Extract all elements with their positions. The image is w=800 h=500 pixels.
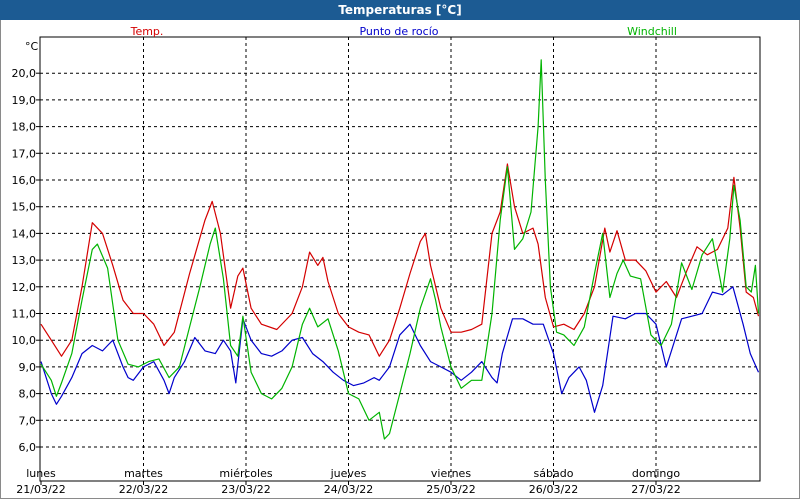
x-tick-weekday: viernes <box>431 467 471 480</box>
chart-title-bar: Temperaturas [°C] <box>0 0 800 20</box>
y-tick-label: 17,0 <box>12 147 37 160</box>
grid <box>40 37 760 481</box>
y-axis-unit-label: °C <box>25 40 39 53</box>
x-tick-date: 23/03/22 <box>221 483 270 496</box>
x-tick-weekday: domingo <box>632 467 680 480</box>
y-tick-label: 13,0 <box>12 254 37 267</box>
plot-area-border <box>39 36 761 482</box>
x-tick-date: 24/03/22 <box>324 483 373 496</box>
y-tick-label: 19,0 <box>12 94 37 107</box>
y-tick-label: 18,0 <box>12 121 37 134</box>
y-tick-label: 9,0 <box>19 361 37 374</box>
chart-title: Temperaturas [°C] <box>338 3 462 17</box>
y-tick-label: 8,0 <box>19 388 37 401</box>
y-tick-label: 15,0 <box>12 201 37 214</box>
y-tick-label: 10,0 <box>12 334 37 347</box>
y-tick-label: 14,0 <box>12 227 37 240</box>
legend-windchill: Windchill <box>627 25 677 38</box>
x-tick-weekday: miércoles <box>219 467 272 480</box>
x-tick-weekday: martes <box>124 467 163 480</box>
temperature-chart: 6,0 7,0 8,0 9,0 10,0 11,0 12,0 13,0 14,0 15,0 16,0… <box>12 25 761 496</box>
x-tick-weekday: sábado <box>534 467 574 480</box>
series-lines <box>40 59 760 440</box>
x-tick-date: 21/03/22 <box>16 483 65 496</box>
y-tick-label: 7,0 <box>19 414 37 427</box>
chart-frame: 6,0 7,0 8,0 9,0 10,0 11,0 12,0 13,0 14,0 15,0 16,0… <box>0 20 800 499</box>
y-tick-label: 16,0 <box>12 174 37 187</box>
x-tick-weekday: jueves <box>330 467 367 480</box>
legend-dew-point: Punto de rocío <box>359 25 438 38</box>
y-axis-ticks: 6,0 7,0 8,0 9,0 10,0 11,0 12,0 13,0 14,0 15,0 16,0… <box>12 67 40 454</box>
y-tick-label: 11,0 <box>12 308 37 321</box>
y-tick-label: 6,0 <box>19 441 37 454</box>
x-tick-date: 25/03/22 <box>426 483 475 496</box>
y-tick-label: 12,0 <box>12 281 37 294</box>
series-line-2 <box>40 59 760 440</box>
x-tick-weekday: lunes <box>26 467 56 480</box>
legend-temp: Temp. <box>130 25 164 38</box>
x-tick-date: 26/03/22 <box>529 483 578 496</box>
y-tick-label: 20,0 <box>12 67 37 80</box>
x-tick-date: 22/03/22 <box>119 483 168 496</box>
x-tick-date: 27/03/22 <box>631 483 680 496</box>
